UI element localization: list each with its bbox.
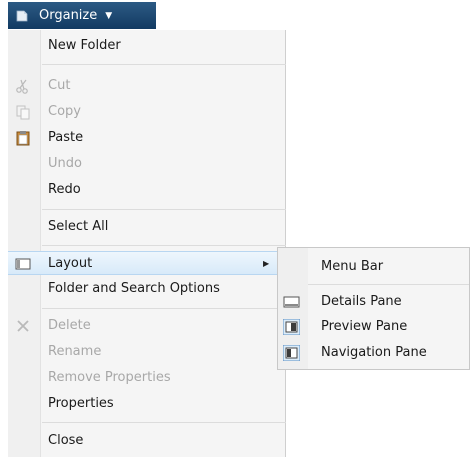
menu-separator bbox=[42, 245, 286, 246]
menu-separator bbox=[42, 209, 286, 210]
submenu-item-navigation-pane[interactable]: Navigation Pane bbox=[278, 341, 469, 365]
menu-item-label: Close bbox=[48, 433, 84, 448]
menu-item-label: Delete bbox=[48, 318, 91, 333]
paste-icon bbox=[16, 131, 30, 146]
submenu-item-label: Details Pane bbox=[321, 294, 402, 309]
menu-item-remove-properties[interactable]: Remove Properties bbox=[8, 366, 286, 390]
chevron-down-icon: ▼ bbox=[105, 10, 113, 21]
menu-item-copy[interactable]: Copy bbox=[8, 100, 286, 124]
menu-item-properties[interactable]: Properties bbox=[8, 392, 286, 416]
menu-item-delete[interactable]: Delete bbox=[8, 314, 286, 338]
menu-item-label: Rename bbox=[48, 344, 102, 359]
menu-item-label: Cut bbox=[48, 78, 71, 93]
menu-item-undo[interactable]: Undo bbox=[8, 152, 286, 176]
preview-pane-icon bbox=[283, 319, 300, 335]
menu-separator bbox=[42, 422, 286, 423]
menu-item-label: Properties bbox=[48, 396, 114, 411]
menu-item-label: Remove Properties bbox=[48, 370, 171, 385]
menu-item-paste[interactable]: Paste bbox=[8, 126, 286, 150]
menu-separator bbox=[42, 64, 286, 65]
layout-icon bbox=[15, 258, 31, 270]
menu-item-label: Redo bbox=[48, 182, 81, 197]
menu-item-label: Undo bbox=[48, 156, 82, 171]
menu-separator bbox=[42, 308, 286, 309]
menu-item-redo[interactable]: Redo bbox=[8, 178, 286, 202]
layout-submenu: Menu Bar Details Pane Preview Pane Navig… bbox=[277, 247, 470, 370]
copy-icon bbox=[16, 105, 30, 120]
menu-item-label: Copy bbox=[48, 104, 81, 119]
menu-item-label: Layout bbox=[48, 256, 93, 271]
organize-label: Organize bbox=[39, 8, 98, 23]
details-pane-icon bbox=[283, 296, 300, 308]
submenu-item-label: Menu Bar bbox=[321, 259, 384, 274]
menu-item-new-folder[interactable]: New Folder bbox=[8, 34, 286, 58]
organize-icon bbox=[16, 10, 28, 21]
submenu-item-label: Navigation Pane bbox=[321, 345, 427, 360]
submenu-item-label: Preview Pane bbox=[321, 319, 408, 334]
delete-icon bbox=[17, 320, 29, 332]
navigation-pane-icon bbox=[283, 345, 300, 361]
explorer-window-fragment: Organize ▼ New Folder Cut Copy Paste Und… bbox=[0, 0, 472, 457]
cut-icon bbox=[16, 79, 28, 94]
submenu-item-preview-pane[interactable]: Preview Pane bbox=[278, 315, 469, 339]
submenu-separator bbox=[308, 284, 469, 285]
submenu-item-details-pane[interactable]: Details Pane bbox=[278, 290, 469, 314]
submenu-item-menu-bar[interactable]: Menu Bar bbox=[278, 255, 469, 279]
organize-button[interactable]: Organize ▼ bbox=[8, 2, 156, 29]
menu-item-layout[interactable]: Layout ▶ bbox=[8, 251, 286, 275]
menu-item-label: Paste bbox=[48, 130, 84, 145]
menu-item-select-all[interactable]: Select All bbox=[8, 215, 286, 239]
menu-item-label: New Folder bbox=[48, 38, 121, 53]
menu-item-rename[interactable]: Rename bbox=[8, 340, 286, 364]
submenu-arrow-icon: ▶ bbox=[263, 259, 270, 268]
menu-item-label: Select All bbox=[48, 219, 109, 234]
menu-item-label: Folder and Search Options bbox=[48, 281, 220, 296]
menu-item-cut[interactable]: Cut bbox=[8, 74, 286, 98]
organize-menu: New Folder Cut Copy Paste Undo Redo Sele… bbox=[8, 30, 286, 457]
menu-item-close[interactable]: Close bbox=[8, 429, 286, 453]
menu-item-folder-search-options[interactable]: Folder and Search Options bbox=[8, 277, 286, 301]
